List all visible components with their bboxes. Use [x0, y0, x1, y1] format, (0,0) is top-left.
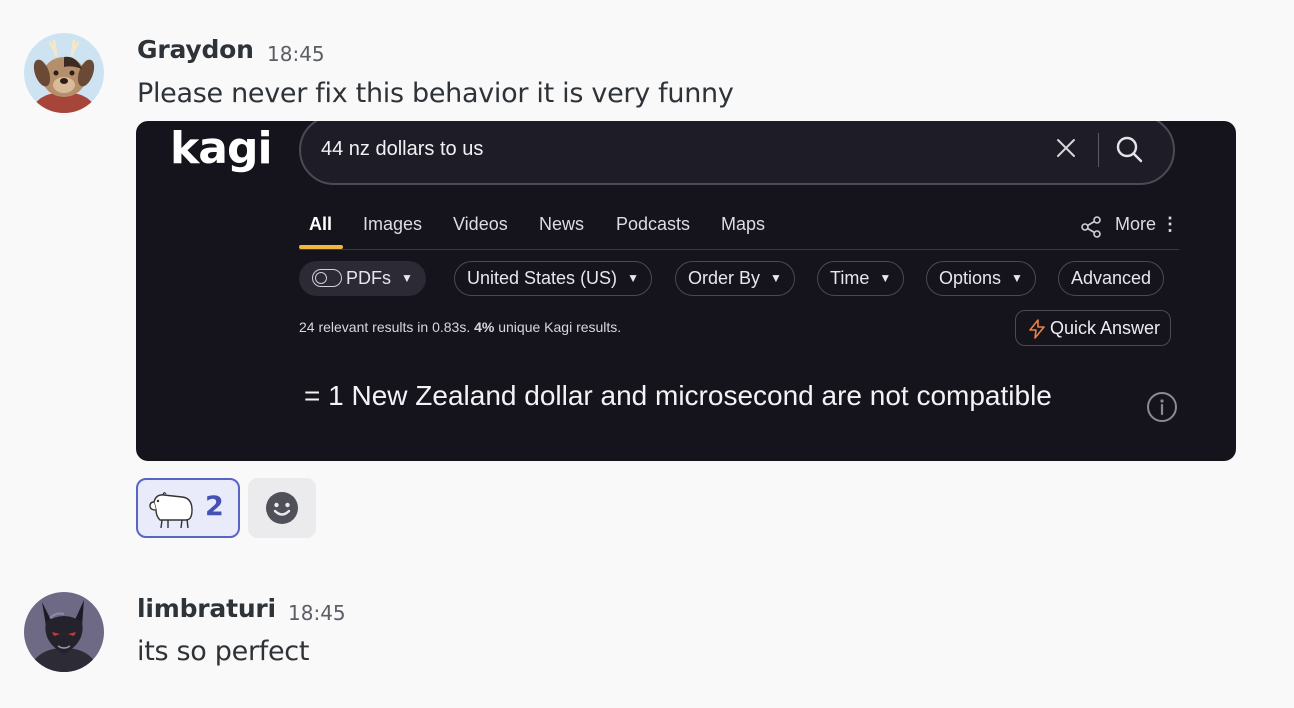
- stats-suffix: unique Kagi results.: [494, 319, 622, 335]
- more-label: More: [1114, 214, 1156, 234]
- dog-avatar-icon: [24, 33, 104, 113]
- filter-time: Time ▼: [817, 261, 905, 296]
- lightning-icon: [1029, 319, 1045, 339]
- filter-pdfs: PDFs ▼: [299, 261, 426, 296]
- filter-label: Advanced: [1071, 268, 1152, 288]
- tab-maps: Maps: [721, 214, 766, 234]
- avatar-graydon[interactable]: [24, 33, 104, 113]
- filter-label: Options: [939, 268, 1002, 288]
- author-name[interactable]: limbraturi: [137, 594, 276, 623]
- stats-unique-percent: 4%: [474, 319, 495, 335]
- smiley-add-icon: [266, 492, 298, 524]
- filter-label: Time: [830, 268, 870, 288]
- active-tab-indicator: [299, 245, 343, 249]
- caret-down-icon: ▼: [770, 271, 782, 285]
- timestamp: 18:45: [267, 42, 325, 66]
- add-reaction-button[interactable]: [248, 478, 316, 538]
- caret-down-icon: ▼: [627, 271, 639, 285]
- tab-videos: Videos: [453, 214, 508, 234]
- capybara-icon: [149, 492, 193, 529]
- tab-all: All: [309, 214, 333, 234]
- toggle-icon: [312, 269, 342, 287]
- search-box: 44 nz dollars to us: [299, 121, 1175, 185]
- caret-down-icon: ▼: [401, 271, 413, 285]
- search-tabs: All Images Videos News Podcasts Maps Mor…: [299, 211, 1179, 250]
- close-icon: [1055, 137, 1077, 164]
- reaction-capybara[interactable]: 2: [136, 478, 240, 538]
- share-icon: [1079, 215, 1103, 244]
- quick-answer-button: Quick Answer: [1015, 310, 1172, 346]
- filter-label: Order By: [688, 268, 761, 288]
- info-icon: [1146, 391, 1178, 428]
- filter-region: United States (US) ▼: [454, 261, 652, 296]
- message-text: Please never fix this behavior it is ver…: [137, 78, 734, 109]
- kagi-logo: kagi: [170, 123, 273, 174]
- tab-images: Images: [363, 214, 423, 234]
- caret-down-icon: ▼: [879, 271, 892, 285]
- filter-options: Options ▼: [926, 261, 1036, 296]
- search-query: 44 nz dollars to us: [321, 138, 484, 160]
- image-attachment[interactable]: kagi 44 nz dollars to us All Images Vide…: [136, 121, 1236, 461]
- more-menu: More ⋮: [1115, 214, 1179, 235]
- search-icon: [1115, 135, 1143, 168]
- results-stats: 24 relevant results in 0.83s. 4% unique …: [299, 319, 621, 335]
- caret-down-icon: ▼: [1011, 271, 1023, 285]
- author-name[interactable]: Graydon: [137, 35, 254, 64]
- stats-prefix: 24 relevant results in 0.83s.: [299, 319, 475, 335]
- avatar-limbraturi[interactable]: [24, 592, 104, 672]
- tab-podcasts: Podcasts: [616, 214, 691, 234]
- filter-advanced: Advanced: [1058, 261, 1165, 296]
- filter-order-by: Order By ▼: [675, 261, 795, 296]
- timestamp: 18:45: [288, 601, 346, 625]
- filter-label: United States (US): [467, 268, 618, 288]
- filter-label: PDFs: [346, 268, 391, 288]
- quick-answer-label: Quick Answer: [1050, 318, 1161, 338]
- search-divider: [1098, 133, 1099, 167]
- tab-news: News: [539, 214, 585, 234]
- wolf-avatar-icon: [24, 592, 104, 672]
- message-text: its so perfect: [137, 636, 310, 667]
- answer-text: = 1 New Zealand dollar and microsecond a…: [304, 380, 1052, 411]
- reaction-count: 2: [205, 491, 224, 522]
- kebab-icon: ⋮: [1161, 214, 1179, 234]
